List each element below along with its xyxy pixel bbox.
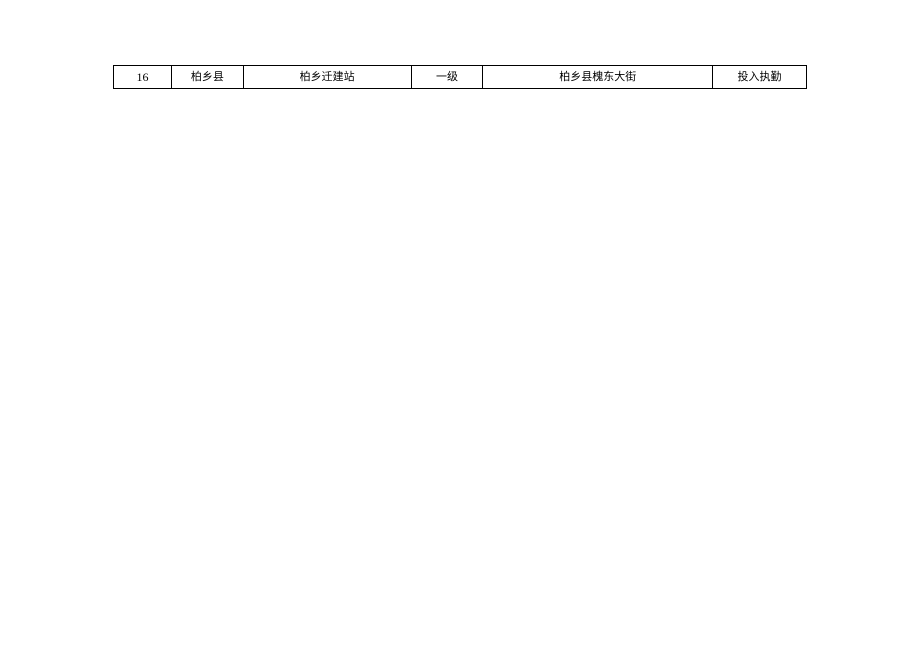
data-table: 16 柏乡县 柏乡迁建站 一级 柏乡县槐东大街 投入执勤 — [113, 65, 807, 89]
cell-level: 一级 — [411, 66, 483, 89]
cell-station: 柏乡迁建站 — [243, 66, 411, 89]
cell-county: 柏乡县 — [171, 66, 243, 89]
cell-address: 柏乡县槐东大街 — [483, 66, 713, 89]
table-row: 16 柏乡县 柏乡迁建站 一级 柏乡县槐东大街 投入执勤 — [114, 66, 807, 89]
table-container: 16 柏乡县 柏乡迁建站 一级 柏乡县槐东大街 投入执勤 — [113, 65, 807, 89]
cell-index: 16 — [114, 66, 172, 89]
cell-status: 投入执勤 — [713, 66, 807, 89]
